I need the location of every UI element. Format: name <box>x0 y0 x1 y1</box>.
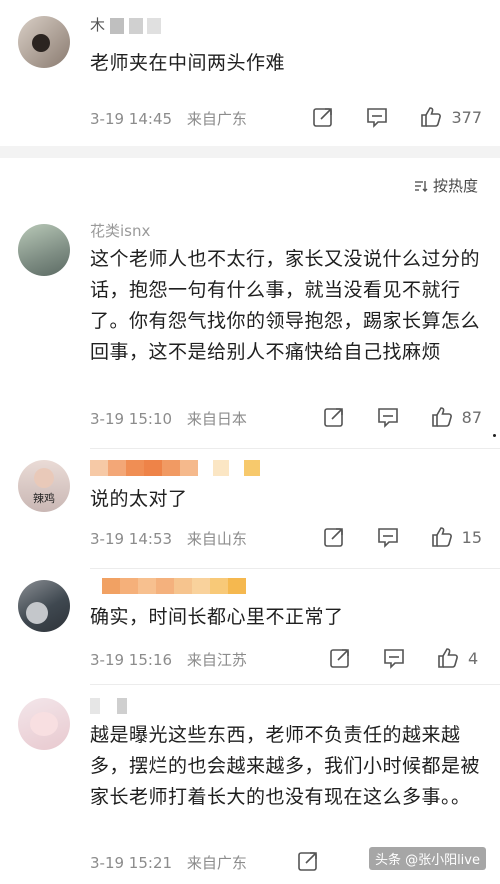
comment-location: 来自日本 <box>186 410 247 428</box>
like-count: 87 <box>461 407 482 427</box>
row-divider <box>90 568 500 569</box>
comment-date: 3-19 15:21 <box>90 854 173 872</box>
comment-text: 这个老师人也不太行，家长又没说什么过分的话，抱怨一句有什么事，就当没看见不就行了… <box>90 248 481 363</box>
avatar[interactable] <box>18 698 70 750</box>
comment-date: 3-19 15:16 <box>90 651 173 669</box>
comment-text: 说的太对了 <box>90 488 188 510</box>
avatar[interactable]: 辣鸡 <box>18 460 70 512</box>
avatar-label: 辣鸡 <box>33 492 55 505</box>
comment-meta: 3-19 14:53 来自山东 <box>90 528 247 549</box>
like-icon[interactable] <box>419 105 443 129</box>
comment-location: 来自山东 <box>186 530 247 548</box>
like-icon[interactable] <box>436 646 460 670</box>
comment-date: 3-19 14:53 <box>90 530 173 548</box>
sort-icon <box>414 180 428 192</box>
sort-by-hot-button[interactable]: 按热度 <box>413 175 478 196</box>
comment-icon[interactable] <box>376 405 400 429</box>
comment-actions: 4 <box>328 645 482 671</box>
like-count: 4 <box>468 648 479 668</box>
comment-date: 3-19 15:10 <box>90 410 173 428</box>
comment-text: 确实，时间长都心里不正常了 <box>90 606 344 628</box>
comment-meta: 3-19 14:45 来自广东 <box>90 108 247 129</box>
comment-location: 来自广东 <box>186 854 247 872</box>
like-count: 15 <box>461 527 482 547</box>
comment-icon[interactable] <box>365 105 389 129</box>
section-divider <box>0 146 500 158</box>
comment-actions: 87 <box>322 404 482 430</box>
comment-text: 老师夹在中间两头作难 <box>90 52 286 74</box>
comment-actions <box>296 848 350 874</box>
avatar[interactable] <box>18 224 70 276</box>
like-icon[interactable] <box>430 405 454 429</box>
comment-meta: 3-19 15:10 来自日本 <box>90 408 247 429</box>
comment-actions: 15 <box>322 524 482 550</box>
row-divider <box>90 448 500 449</box>
comment-meta: 3-19 15:21 来自广东 <box>90 852 247 873</box>
comment-date: 3-19 14:45 <box>90 110 173 128</box>
comment-location: 来自江苏 <box>186 651 247 669</box>
comment-item: 木 老师夹在中间两头作难 3-19 14:45 来自广东 377 <box>0 0 500 146</box>
share-icon[interactable] <box>322 525 346 549</box>
share-icon[interactable] <box>322 405 346 429</box>
decorative-dot <box>493 434 496 437</box>
username[interactable] <box>90 576 246 596</box>
row-divider <box>90 684 500 685</box>
comment-actions: 377 <box>311 104 482 130</box>
username[interactable] <box>90 696 127 716</box>
username[interactable]: 花类isnx <box>90 220 150 240</box>
comment-text: 越是曝光这些东西，老师不负责任的越来越多，摆烂的也会越来越多，我们小时候都是被家… <box>90 724 481 808</box>
comment-location: 来自广东 <box>186 110 247 128</box>
watermark: 头条 @张小阳live <box>368 847 486 870</box>
comment-item: 花类isnx 这个老师人也不太行，家长又没说什么过分的话，抱怨一句有什么事，就当… <box>0 210 500 450</box>
comment-item: 辣鸡 说的太对了 3-19 14:53 来自山东 15 <box>0 452 500 572</box>
comment-icon[interactable] <box>382 646 406 670</box>
share-icon[interactable] <box>296 849 320 873</box>
like-count: 377 <box>451 107 482 127</box>
comment-icon[interactable] <box>376 525 400 549</box>
comment-item: 确实，时间长都心里不正常了 3-19 15:16 来自江苏 4 <box>0 572 500 682</box>
like-icon[interactable] <box>430 525 454 549</box>
username[interactable]: 木 <box>90 14 162 34</box>
share-icon[interactable] <box>328 646 352 670</box>
avatar[interactable] <box>18 580 70 632</box>
share-icon[interactable] <box>311 105 335 129</box>
avatar[interactable] <box>18 16 70 68</box>
username[interactable] <box>90 458 260 478</box>
comment-meta: 3-19 15:16 来自江苏 <box>90 649 247 670</box>
